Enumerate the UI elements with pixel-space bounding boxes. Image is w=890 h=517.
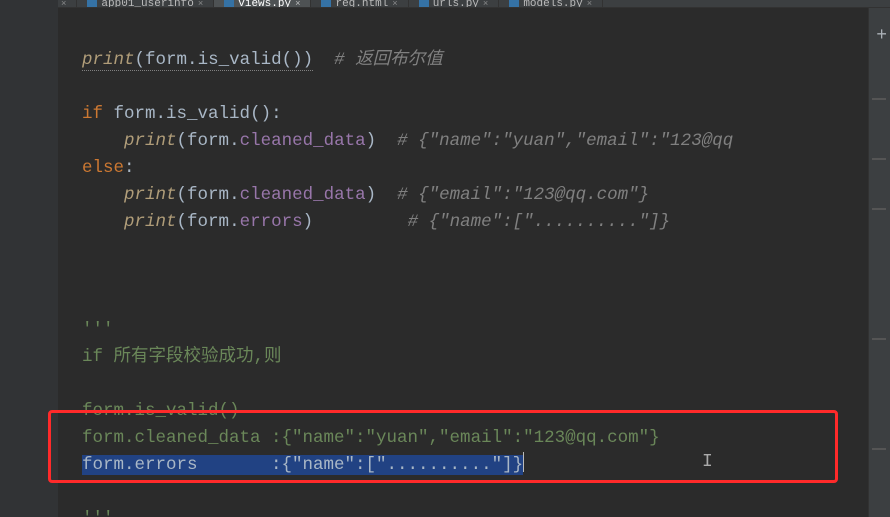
table-icon	[87, 0, 97, 8]
tab-views[interactable]: views.py×	[214, 0, 311, 7]
tab-bar: gs.py× app01_userinfo× views.py× reg.htm…	[0, 0, 890, 8]
plus-icon[interactable]: +	[876, 26, 887, 46]
html-icon	[321, 0, 331, 8]
python-icon	[509, 0, 519, 8]
right-sidebar: +	[868, 8, 890, 517]
python-icon	[224, 0, 234, 8]
close-icon[interactable]: ×	[295, 0, 300, 8]
ibeam-cursor-icon: I	[702, 452, 713, 472]
close-icon[interactable]: ×	[198, 0, 203, 8]
close-icon[interactable]: ×	[392, 0, 397, 8]
close-icon[interactable]: ×	[587, 0, 592, 8]
minimap-mark	[872, 158, 886, 160]
close-icon[interactable]: ×	[61, 0, 66, 8]
tab-urls[interactable]: urls.py×	[409, 0, 500, 7]
code-editor[interactable]: print(form.is_valid()) # 返回布尔值 if form.i…	[0, 8, 890, 517]
tab-models[interactable]: models.py×	[499, 0, 603, 7]
code-area[interactable]: print(form.is_valid()) # 返回布尔值 if form.i…	[82, 47, 890, 517]
minimap-mark	[872, 208, 886, 210]
python-icon	[419, 0, 429, 8]
minimap-mark	[872, 448, 886, 450]
close-icon[interactable]: ×	[483, 0, 488, 8]
tab-userinfo[interactable]: app01_userinfo×	[77, 0, 214, 7]
caret	[523, 452, 524, 472]
minimap-mark	[872, 98, 886, 100]
minimap-mark	[872, 338, 886, 340]
tab-reg[interactable]: reg.html×	[311, 0, 408, 7]
